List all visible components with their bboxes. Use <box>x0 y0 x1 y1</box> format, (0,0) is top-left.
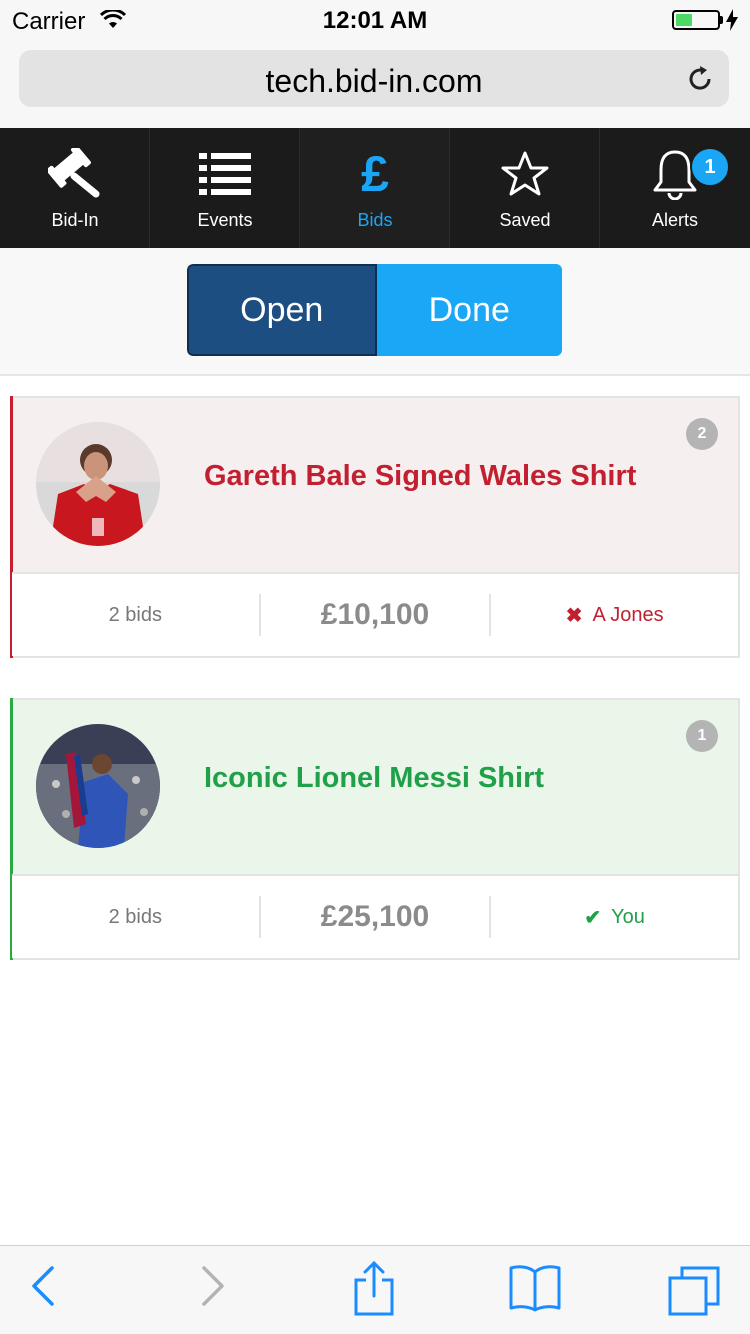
list-icon <box>199 153 251 195</box>
nav-item-bid-in[interactable]: Bid-In <box>0 128 150 248</box>
open-done-toggle: Open Done <box>187 264 562 356</box>
current-price: £25,100 <box>320 900 430 933</box>
battery-cap <box>720 16 723 24</box>
tabs-icon[interactable] <box>668 1266 720 1316</box>
item-photo <box>36 422 160 546</box>
leading-bidder: ✔ You <box>491 875 738 959</box>
check-icon: ✔ <box>584 906 602 929</box>
nav-item-saved[interactable]: Saved <box>450 128 600 248</box>
leading-bidder-name: You <box>611 905 645 928</box>
status-bar: Carrier 12:01 AM <box>0 0 750 40</box>
browser-address-area: tech.bid-in.com <box>0 40 750 128</box>
nav-label-bids: Bids <box>357 210 393 230</box>
bids-count: 2 bids <box>108 603 162 626</box>
bid-card[interactable]: Iconic Lionel Messi Shirt 1 2 bids £25,1… <box>10 698 740 960</box>
battery-icon <box>672 10 720 30</box>
item-photo <box>36 724 160 848</box>
bid-card[interactable]: Gareth Bale Signed Wales Shirt 2 2 bids … <box>10 396 740 658</box>
charging-bolt-icon <box>726 9 738 31</box>
leading-bidder-name: A Jones <box>592 603 664 626</box>
forward-icon[interactable] <box>200 1264 226 1308</box>
cross-icon: ✖ <box>565 604 583 627</box>
nav-item-events[interactable]: Events <box>150 128 300 248</box>
main-nav: Bid-In Events £ Bids Saved Alerts <box>0 128 750 248</box>
nav-label-events: Events <box>197 210 253 230</box>
filter-bar: Open Done <box>0 248 750 376</box>
open-tab[interactable]: Open <box>187 264 377 356</box>
address-bar[interactable]: tech.bid-in.com <box>19 50 729 107</box>
reload-icon[interactable] <box>685 64 715 94</box>
alerts-count-badge: 1 <box>690 147 730 187</box>
nav-label-alerts: Alerts <box>651 210 698 230</box>
nav-item-bids[interactable]: £ Bids <box>300 128 450 248</box>
browser-toolbar <box>0 1245 750 1334</box>
pound-icon: £ <box>361 146 389 202</box>
item-title[interactable]: Gareth Bale Signed Wales Shirt <box>204 460 636 493</box>
bid-card-header[interactable]: Iconic Lionel Messi Shirt 1 <box>12 700 738 874</box>
nav-item-alerts[interactable]: Alerts <box>600 128 750 248</box>
share-icon[interactable] <box>354 1260 394 1316</box>
bid-count-badge: 2 <box>686 418 718 450</box>
bid-card-header[interactable]: Gareth Bale Signed Wales Shirt 2 <box>12 398 738 572</box>
bid-card-footer: 2 bids £10,100 ✖ A Jones <box>12 572 738 656</box>
clock: 12:01 AM <box>322 7 428 34</box>
current-price: £10,100 <box>320 598 430 631</box>
leading-bidder: ✖ A Jones <box>491 573 738 657</box>
nav-label-bid-in: Bid-In <box>51 210 99 230</box>
bid-count-badge: 1 <box>686 720 718 752</box>
battery-level <box>676 14 692 26</box>
bids-count: 2 bids <box>108 905 162 928</box>
nav-label-saved: Saved <box>499 210 551 230</box>
bid-card-footer: 2 bids £25,100 ✔ You <box>12 874 738 958</box>
bookmarks-icon[interactable] <box>508 1264 562 1312</box>
url-text[interactable]: tech.bid-in.com <box>19 63 729 100</box>
star-icon <box>501 151 549 196</box>
gavel-icon <box>48 148 100 198</box>
item-title[interactable]: Iconic Lionel Messi Shirt <box>204 762 544 795</box>
back-icon[interactable] <box>30 1264 56 1308</box>
done-tab[interactable]: Done <box>376 264 562 356</box>
